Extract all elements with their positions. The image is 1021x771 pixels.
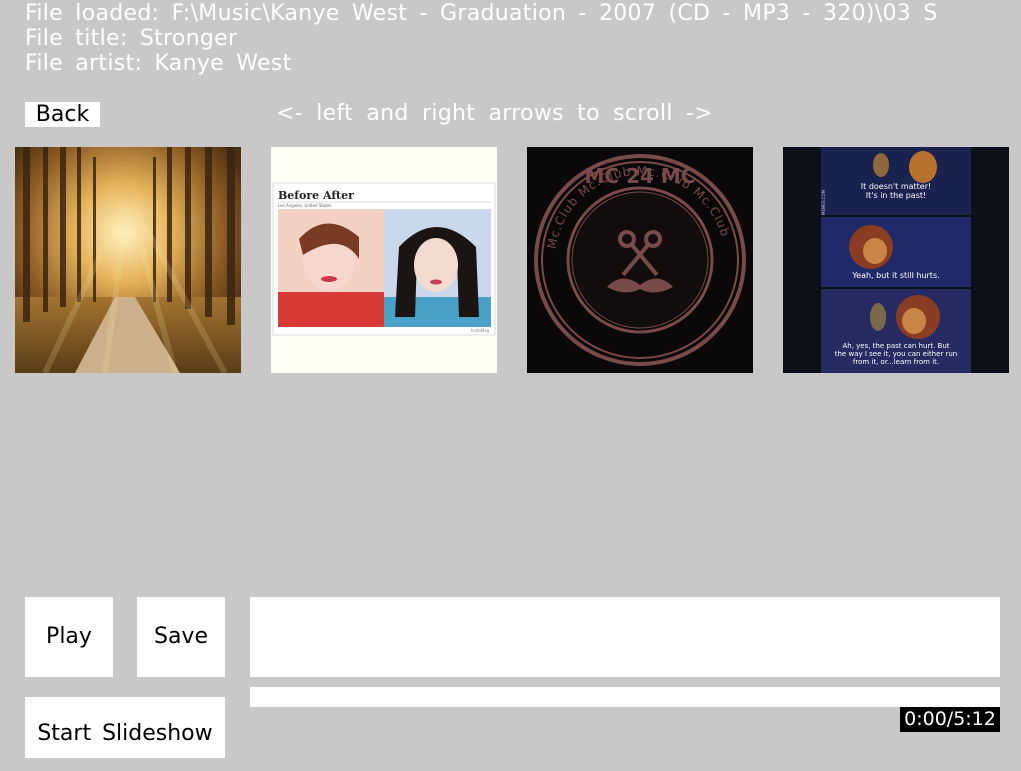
file-title: File title: Stronger <box>25 26 238 51</box>
playback-progress-bar[interactable] <box>250 687 1000 707</box>
thumbnail-before-after[interactable]: Before After Los Angeles, United States … <box>271 147 497 373</box>
before-after-image: Before After Los Angeles, United States … <box>271 147 497 373</box>
comic-caption-3: Ah, yes, the past can hurt. But <box>842 342 949 350</box>
lyrics-text-panel <box>250 597 1000 677</box>
file-loaded-path: File loaded: F:\Music\Kanye West - Gradu… <box>25 1 938 26</box>
file-artist: File artist: Kanye West <box>25 51 292 76</box>
play-button[interactable]: Play <box>25 597 113 677</box>
start-slideshow-button[interactable]: Start Slideshow <box>25 697 225 758</box>
before-after-heading: Before After <box>278 189 354 202</box>
svg-text:It's in the past!: It's in the past! <box>866 191 926 200</box>
comic-caption-1: It doesn't matter! <box>861 182 931 191</box>
scroll-hint: <- left and right arrows to scroll -> <box>276 101 714 126</box>
before-after-subheading: Los Angeles, United States <box>278 203 332 208</box>
thumbnail-mc-club-logo[interactable]: Mc.Club Mc.Club Mc.Club Mc.Club MC 24 MC <box>527 147 753 373</box>
mc-club-logo-image: Mc.Club Mc.Club Mc.Club Mc.Club MC 24 MC <box>527 147 753 373</box>
playback-time: 0:00/5:12 <box>900 707 1000 732</box>
svg-text:the way I see it, you can eith: the way I see it, you can either run <box>835 350 958 358</box>
back-button[interactable]: Back <box>25 102 100 127</box>
memes-watermark: MEMES.COM <box>821 189 826 215</box>
mc-24-text: MC 24 MC <box>585 164 696 188</box>
svg-text:from it, or...learn from it.: from it, or...learn from it. <box>853 358 939 366</box>
forest-path-image <box>15 147 241 373</box>
instamag-watermark: InstaMag <box>471 328 490 333</box>
save-button[interactable]: Save <box>137 597 225 677</box>
comic-caption-2: Yeah, but it still hurts. <box>851 271 939 280</box>
thumbnail-forest-path[interactable] <box>15 147 241 373</box>
lion-king-comic-image: It doesn't matter! It's in the past! MEM… <box>783 147 1009 373</box>
thumbnail-lion-king-comic[interactable]: It doesn't matter! It's in the past! MEM… <box>783 147 1009 373</box>
